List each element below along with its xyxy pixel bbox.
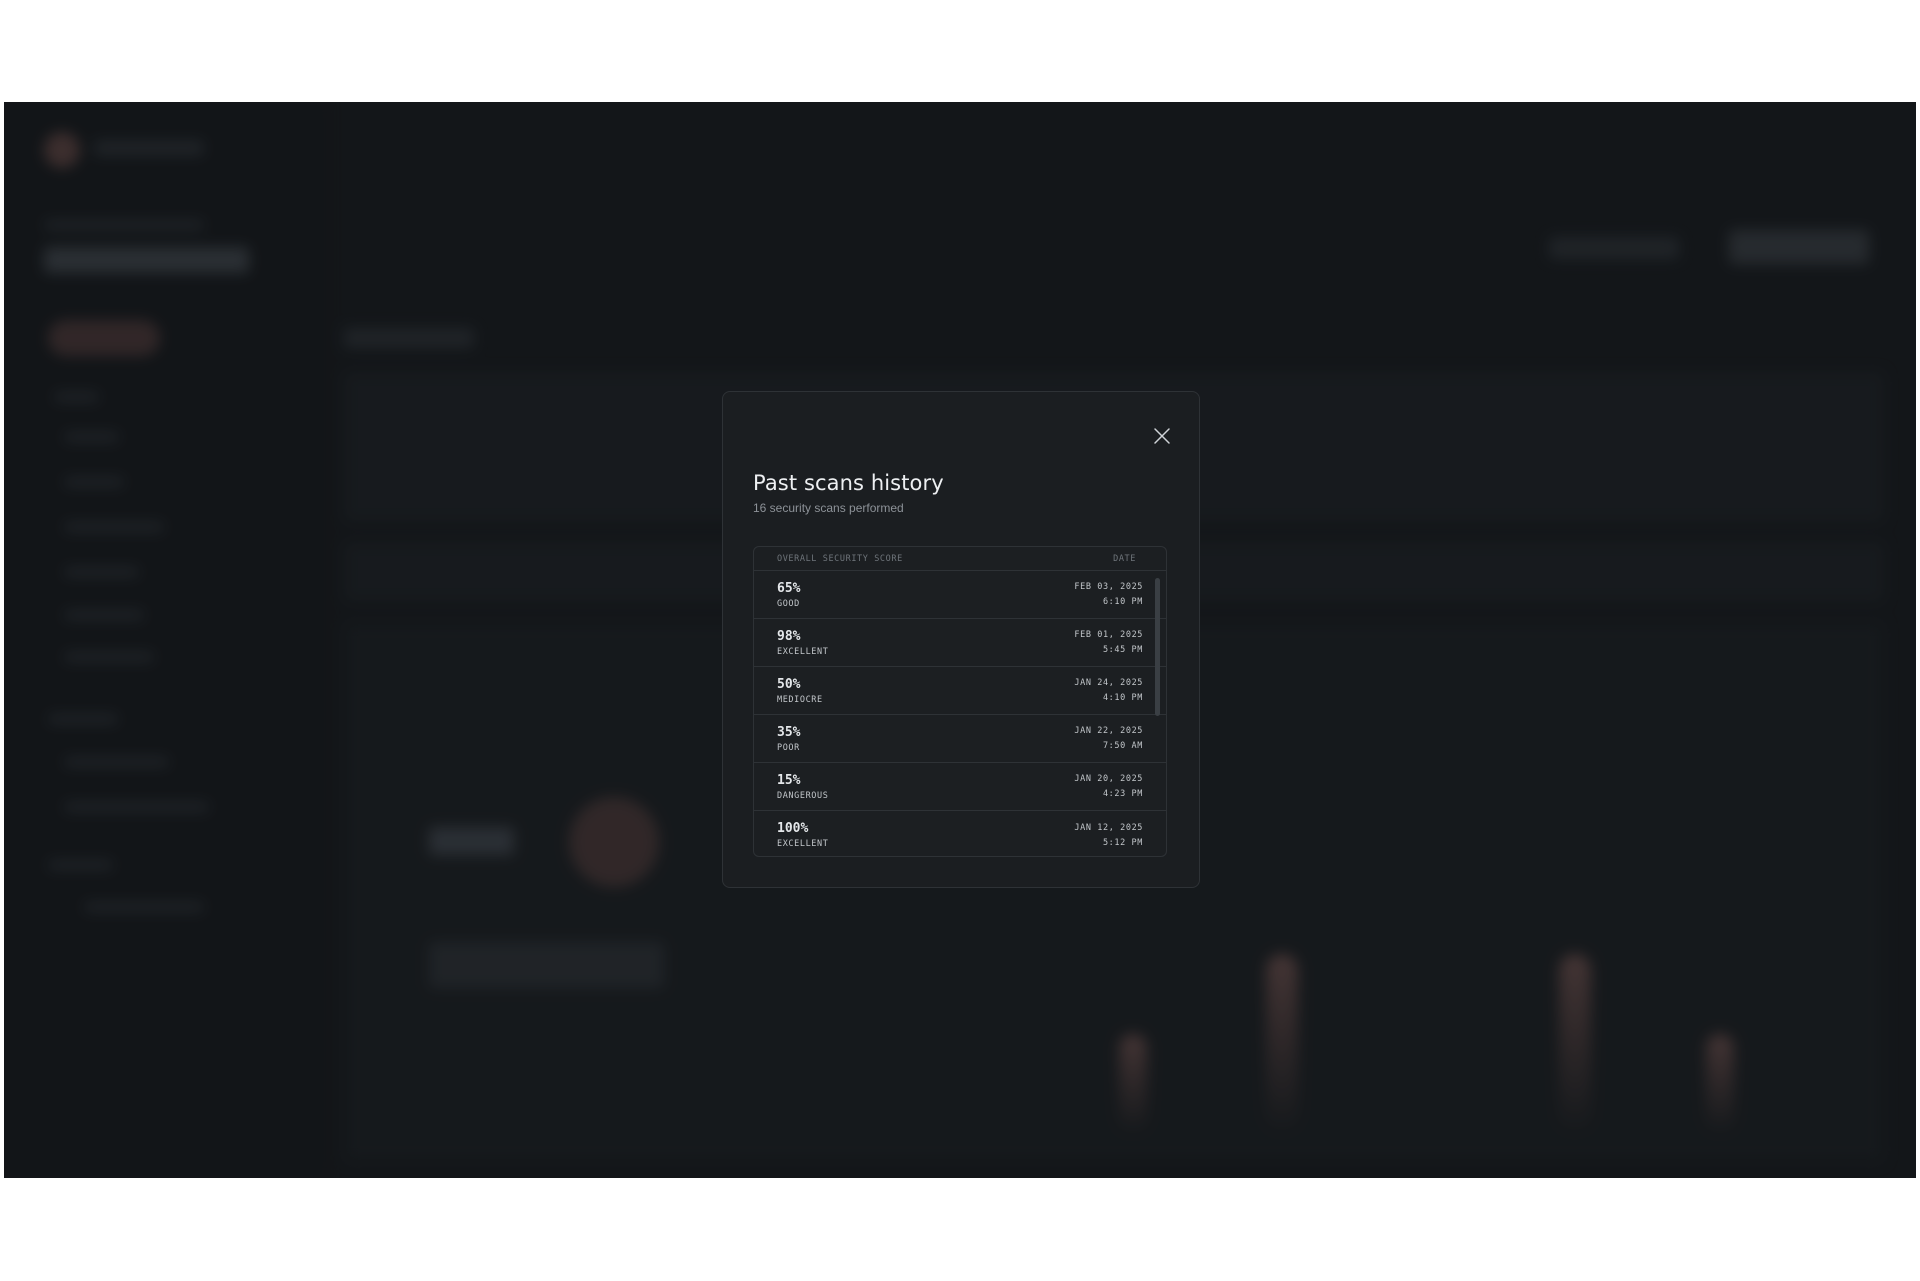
close-button[interactable] bbox=[1149, 423, 1175, 449]
score-cell: 15% DANGEROUS bbox=[777, 773, 828, 801]
scan-date: FEB 03, 2025 bbox=[1074, 582, 1143, 592]
score-value: 35% bbox=[777, 724, 801, 740]
scan-history-table: OVERALL SECURITY SCORE DATE 65% GOOD FEB 0… bbox=[753, 546, 1167, 857]
scan-date: JAN 22, 2025 bbox=[1074, 726, 1143, 736]
close-icon bbox=[1149, 428, 1175, 452]
table-row[interactable]: 15% DANGEROUS JAN 20, 2025 4:23 PM bbox=[754, 763, 1166, 811]
scan-date: JAN 12, 2025 bbox=[1074, 822, 1143, 833]
table-body: 65% GOOD FEB 03, 2025 6:10 PM 98% EXCELLENT FE… bbox=[754, 571, 1166, 856]
scan-time: 5:12 PM bbox=[1102, 837, 1143, 848]
date-cell: JAN 20, 2025 4:23 PM bbox=[1074, 774, 1143, 799]
score-value: 100% bbox=[777, 821, 809, 836]
modal-title: Past scans history bbox=[753, 471, 944, 495]
score-rating: MEDIOCRE bbox=[777, 694, 823, 705]
app-window: Past scans history 16 security scans per… bbox=[4, 102, 1916, 1178]
date-cell: JAN 12, 2025 5:12 PM bbox=[1074, 823, 1143, 848]
scan-time: 6:10 PM bbox=[1102, 597, 1143, 607]
table-header: OVERALL SECURITY SCORE DATE bbox=[754, 547, 1166, 571]
table-scrollbar[interactable] bbox=[1155, 578, 1160, 716]
scan-date: JAN 20, 2025 bbox=[1074, 774, 1143, 784]
score-cell: 98% EXCELLENT bbox=[777, 629, 828, 657]
scan-time: 5:45 PM bbox=[1102, 645, 1143, 655]
scan-time: 4:10 PM bbox=[1102, 693, 1143, 703]
score-value: 50% bbox=[777, 676, 801, 692]
score-cell: 50% MEDIOCRE bbox=[777, 677, 823, 705]
score-value: 98% bbox=[777, 628, 801, 644]
score-value: 15% bbox=[777, 772, 801, 788]
scan-date: FEB 01, 2025 bbox=[1074, 630, 1143, 640]
modal-subtitle: 16 security scans performed bbox=[753, 501, 904, 515]
column-header-score: OVERALL SECURITY SCORE bbox=[777, 553, 903, 564]
score-cell: 65% GOOD bbox=[777, 581, 800, 609]
column-header-date: DATE bbox=[1113, 553, 1136, 564]
date-cell: FEB 01, 2025 5:45 PM bbox=[1074, 630, 1143, 655]
table-row[interactable]: 65% GOOD FEB 03, 2025 6:10 PM bbox=[754, 571, 1166, 619]
score-rating: EXCELLENT bbox=[777, 646, 829, 657]
score-rating: DANGEROUS bbox=[777, 790, 829, 801]
table-row[interactable]: 35% POOR JAN 22, 2025 7:50 AM bbox=[754, 715, 1166, 763]
score-rating: POOR bbox=[777, 742, 800, 753]
table-row[interactable]: 100% EXCELLENT JAN 12, 2025 5:12 PM bbox=[754, 811, 1166, 856]
scan-time: 4:23 PM bbox=[1102, 789, 1143, 799]
date-cell: JAN 22, 2025 7:50 AM bbox=[1074, 726, 1143, 751]
score-cell: 35% POOR bbox=[777, 725, 800, 753]
table-row[interactable]: 50% MEDIOCRE JAN 24, 2025 4:10 PM bbox=[754, 667, 1166, 715]
scan-date: JAN 24, 2025 bbox=[1074, 678, 1143, 688]
date-cell: FEB 03, 2025 6:10 PM bbox=[1074, 582, 1143, 607]
table-row[interactable]: 98% EXCELLENT FEB 01, 2025 5:45 PM bbox=[754, 619, 1166, 667]
score-rating: EXCELLENT bbox=[777, 839, 829, 849]
scan-time: 7:50 AM bbox=[1102, 741, 1143, 751]
score-cell: 100% EXCELLENT bbox=[777, 821, 828, 849]
date-cell: JAN 24, 2025 4:10 PM bbox=[1074, 678, 1143, 703]
score-rating: GOOD bbox=[777, 598, 800, 609]
scan-history-modal: Past scans history 16 security scans per… bbox=[722, 391, 1200, 888]
score-value: 65% bbox=[777, 580, 801, 596]
